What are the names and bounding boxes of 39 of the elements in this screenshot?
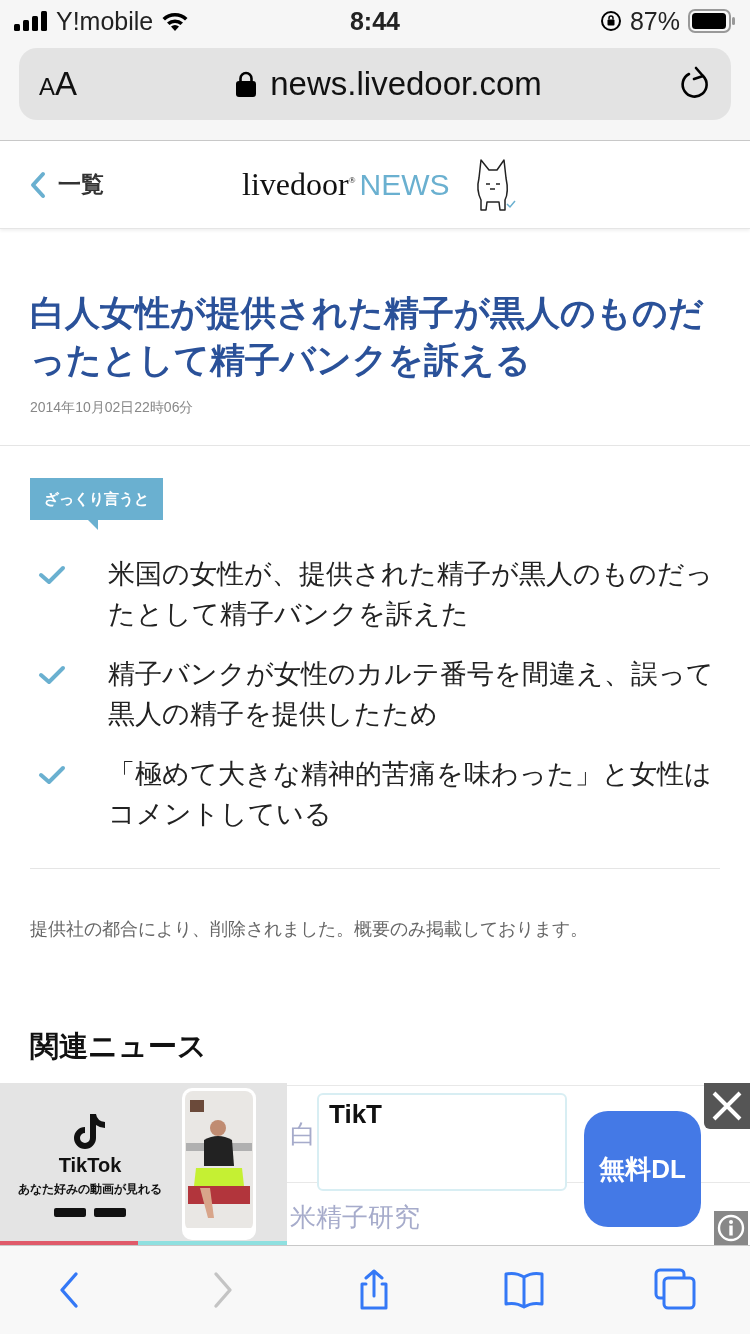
ad-text-box: TikT xyxy=(317,1093,567,1191)
signal-icon xyxy=(14,11,48,31)
article-title: 白人女性が提供された精子が黒人のものだったとして精子バンクを訴える xyxy=(30,292,705,381)
wifi-icon xyxy=(161,10,190,32)
battery-icon xyxy=(688,9,736,33)
download-button[interactable]: 無料DL xyxy=(584,1111,701,1227)
battery-percent: 87% xyxy=(629,6,680,36)
chevron-left-icon xyxy=(30,170,46,199)
publish-date: 2014年10月02日22時06分 xyxy=(30,399,195,417)
clock-time: 8:44 xyxy=(349,6,400,36)
removal-note: 提供社の都合により、削除されました。概要のみ掲載しております。 xyxy=(30,918,589,941)
close-button[interactable] xyxy=(704,1083,750,1129)
logo-wordmark: livedoor$^{®}$ xyxy=(242,166,356,203)
ad-tagline: あなた好みの動画が見れる xyxy=(18,1180,162,1198)
carrier-name: Y!mobile xyxy=(56,6,154,36)
tabs-icon[interactable] xyxy=(654,1268,696,1312)
summary-label: ざっくり言うと xyxy=(30,478,163,520)
summary-point: 「極めて大きな精神的苦痛を味わった」と女性はコメントしている xyxy=(108,758,713,831)
check-icon xyxy=(38,764,66,786)
check-icon xyxy=(38,564,66,586)
info-icon xyxy=(717,1214,745,1242)
logo-news-text: NEWS xyxy=(359,167,450,202)
info-button[interactable] xyxy=(714,1211,748,1245)
ad-brand-name: TikTok xyxy=(58,1153,122,1177)
speech-tail xyxy=(88,520,98,530)
app-store-badge xyxy=(54,1207,86,1217)
related-heading: 関連ニュース xyxy=(30,1029,208,1064)
summary-point: 精子バンクが女性のカルテ番号を間違え、誤って黒人の精子を提供したため xyxy=(108,658,715,731)
reload-icon xyxy=(679,65,711,100)
address-bar[interactable]: AA news.livedoor.com xyxy=(19,48,731,120)
music-note-icon xyxy=(73,1111,107,1150)
summary-point: 米国の女性が、提供された精子が黒人のものだったとして精子バンクを訴えた xyxy=(108,558,714,631)
check-icon xyxy=(38,664,66,686)
back-link[interactable]: 一覧 xyxy=(30,169,210,200)
url-text: news.livedoor.com xyxy=(270,65,542,103)
rotation-lock-icon xyxy=(599,10,622,32)
text-size-button[interactable]: AA xyxy=(39,65,99,103)
app-store-badge xyxy=(94,1207,126,1217)
lock-icon xyxy=(236,71,257,97)
